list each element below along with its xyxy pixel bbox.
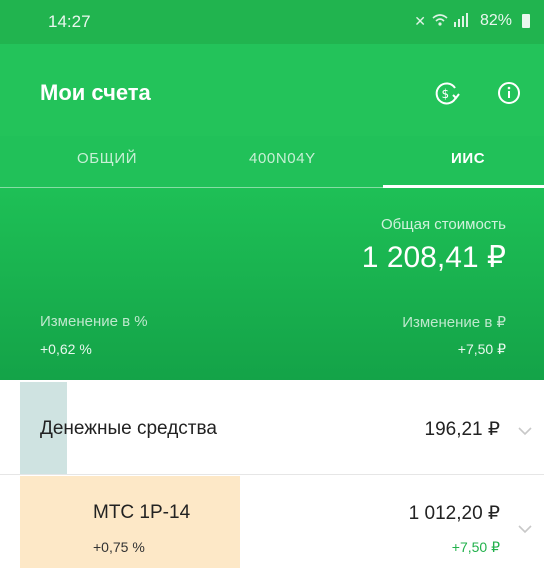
position-name: Денежные средства — [40, 418, 217, 439]
battery-percent: 82% — [479, 12, 512, 29]
change-percent-label: Изменение в % — [40, 313, 148, 330]
status-bar: 14:27 ✕ 82% — [0, 0, 544, 44]
currency-exchange-button[interactable]: $ — [432, 78, 462, 108]
wifi-icon — [432, 13, 448, 30]
position-name: МТС 1Р-14 — [93, 502, 191, 523]
signal-icon — [453, 12, 474, 30]
status-time: 14:27 — [48, 12, 91, 31]
change-rub-value: +7,50 ₽ — [457, 341, 506, 357]
battery-icon — [522, 14, 530, 28]
app-bar: Мои счета $ — [0, 44, 544, 136]
info-icon — [498, 82, 520, 104]
position-value: 1 012,20 ₽ — [408, 503, 500, 524]
tab-iis[interactable]: ИИС — [451, 150, 485, 167]
change-percent-value: +0,62 % — [40, 341, 92, 357]
tab-400n04y[interactable]: 400N04Y — [249, 150, 316, 167]
tab-general[interactable]: ОБЩИЙ — [77, 150, 137, 167]
chevron-down-icon[interactable] — [516, 422, 534, 440]
change-rub-label: Изменение в ₽ — [402, 314, 506, 331]
account-tabs: ОБЩИЙ 400N04Y ИИС — [0, 136, 544, 188]
mute-icon: ✕ — [414, 12, 426, 29]
info-button[interactable] — [494, 78, 524, 108]
total-value: 1 208,41 ₽ — [361, 241, 506, 274]
position-value: 196,21 ₽ — [424, 419, 500, 440]
position-row-cash[interactable]: Денежные средства 196,21 ₽ — [0, 382, 544, 475]
page-title: Мои счета — [40, 80, 151, 105]
position-value-change: +7,50 ₽ — [451, 539, 500, 555]
total-value-label: Общая стоимость — [381, 216, 506, 233]
chevron-down-icon[interactable] — [516, 520, 534, 538]
position-row-mts-bond[interactable]: МТС 1Р-14 +0,75 % 1 012,20 ₽ +7,50 ₽ — [0, 476, 544, 568]
position-change-percent: +0,75 % — [93, 539, 145, 555]
svg-text:$: $ — [442, 87, 450, 101]
exchange-rub-icon: $ — [435, 82, 460, 105]
portfolio-summary: Общая стоимость 1 208,41 ₽ Изменение в %… — [0, 188, 544, 380]
status-icons: ✕ 82% — [414, 12, 530, 30]
